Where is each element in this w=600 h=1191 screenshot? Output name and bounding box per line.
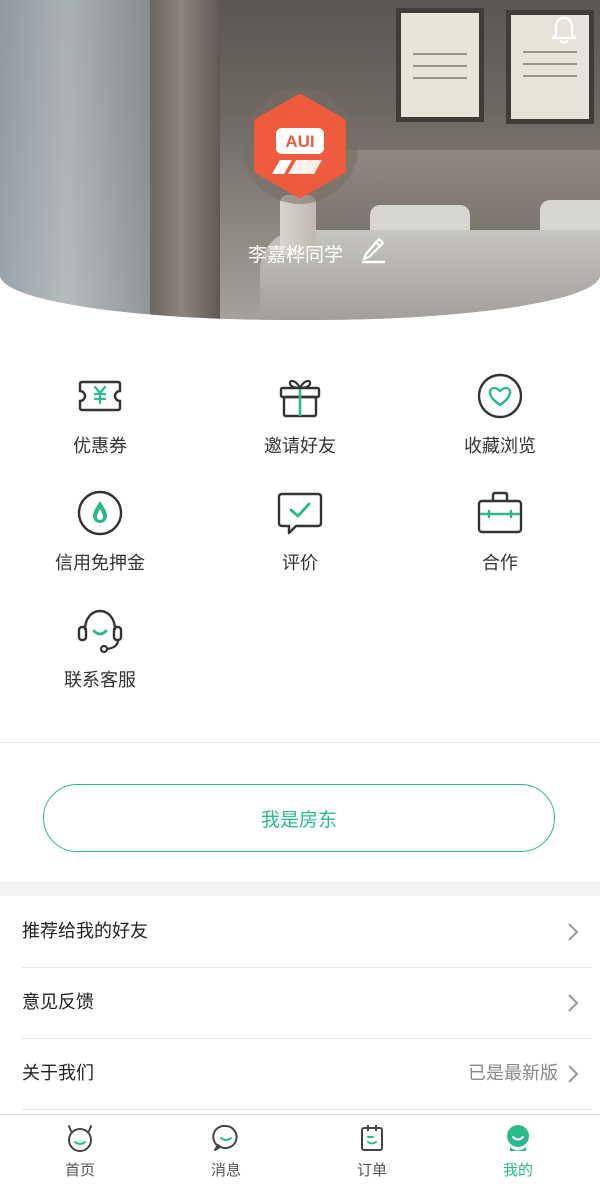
tab-label: 消息 [210, 1161, 241, 1179]
coupon-icon [78, 380, 122, 412]
tab-label: 订单 [356, 1161, 387, 1179]
edit-icon[interactable] [358, 232, 388, 264]
header-background-window [0, 0, 150, 320]
menu-label: 推荐给我的好友 [22, 921, 148, 942]
shortcut-label: 邀请好友 [264, 436, 336, 457]
row-divider [22, 1109, 592, 1110]
headset-icon [77, 609, 123, 654]
order-icon [361, 1125, 383, 1151]
shortcut-customer-service[interactable]: 联系客服 [0, 606, 200, 716]
credit-drop-icon [77, 490, 123, 536]
profile-header: AUI 李嘉桦同学 [0, 0, 600, 320]
tab-messages[interactable]: 消息 [151, 1115, 301, 1191]
section-gap [0, 882, 600, 896]
tab-home[interactable]: 首页 [5, 1115, 155, 1191]
shortcut-label: 收藏浏览 [464, 436, 536, 457]
shortcut-coupon[interactable]: 优惠券 [0, 372, 200, 482]
gift-icon [279, 379, 321, 418]
version-status: 已是最新版 [468, 1063, 558, 1084]
shortcut-label: 优惠券 [73, 436, 127, 457]
username: 李嘉桦同学 [248, 244, 344, 266]
home-face-icon [68, 1125, 92, 1152]
shortcut-label: 合作 [482, 553, 518, 574]
avatar[interactable]: AUI [248, 94, 352, 198]
menu-label: 关于我们 [22, 1063, 94, 1084]
menu-label: 意见反馈 [22, 992, 94, 1013]
heart-icon [477, 373, 523, 419]
shortcut-review[interactable]: 评价 [200, 489, 400, 599]
landlord-button[interactable]: 我是房东 [43, 784, 555, 852]
shortcut-label: 信用免押金 [55, 553, 145, 574]
bell-icon[interactable] [549, 14, 579, 46]
tab-mine[interactable]: 我的 [443, 1115, 593, 1191]
section-divider [0, 742, 600, 743]
shortcut-favorites[interactable]: 收藏浏览 [400, 372, 600, 482]
chevron-right-icon [568, 1065, 579, 1083]
bottom-tab-bar: 首页 消息 订单 我的 [0, 1114, 600, 1191]
avatar-logo-text: AUI [285, 132, 314, 151]
menu-feedback[interactable]: 意见反馈 [0, 968, 600, 1038]
user-icon [507, 1125, 529, 1151]
shortcut-label: 联系客服 [64, 670, 136, 691]
tab-label: 我的 [502, 1161, 533, 1179]
chevron-right-icon [568, 994, 579, 1012]
header-background-curtain [150, 0, 220, 320]
shortcut-label: 评价 [282, 553, 318, 574]
tab-label: 首页 [64, 1161, 95, 1179]
shortcut-cooperation[interactable]: 合作 [400, 489, 600, 599]
briefcase-icon [477, 491, 523, 534]
review-check-icon [277, 492, 323, 535]
shortcut-credit-deposit[interactable]: 信用免押金 [0, 489, 200, 599]
message-icon [212, 1124, 238, 1151]
tab-orders[interactable]: 订单 [297, 1115, 447, 1191]
menu-recommend-friends[interactable]: 推荐给我的好友 [0, 897, 600, 967]
chevron-right-icon [568, 923, 579, 941]
shortcut-invite-friends[interactable]: 邀请好友 [200, 372, 400, 482]
header-background-frame [396, 8, 484, 122]
menu-about-us[interactable]: 关于我们 已是最新版 [0, 1039, 600, 1109]
